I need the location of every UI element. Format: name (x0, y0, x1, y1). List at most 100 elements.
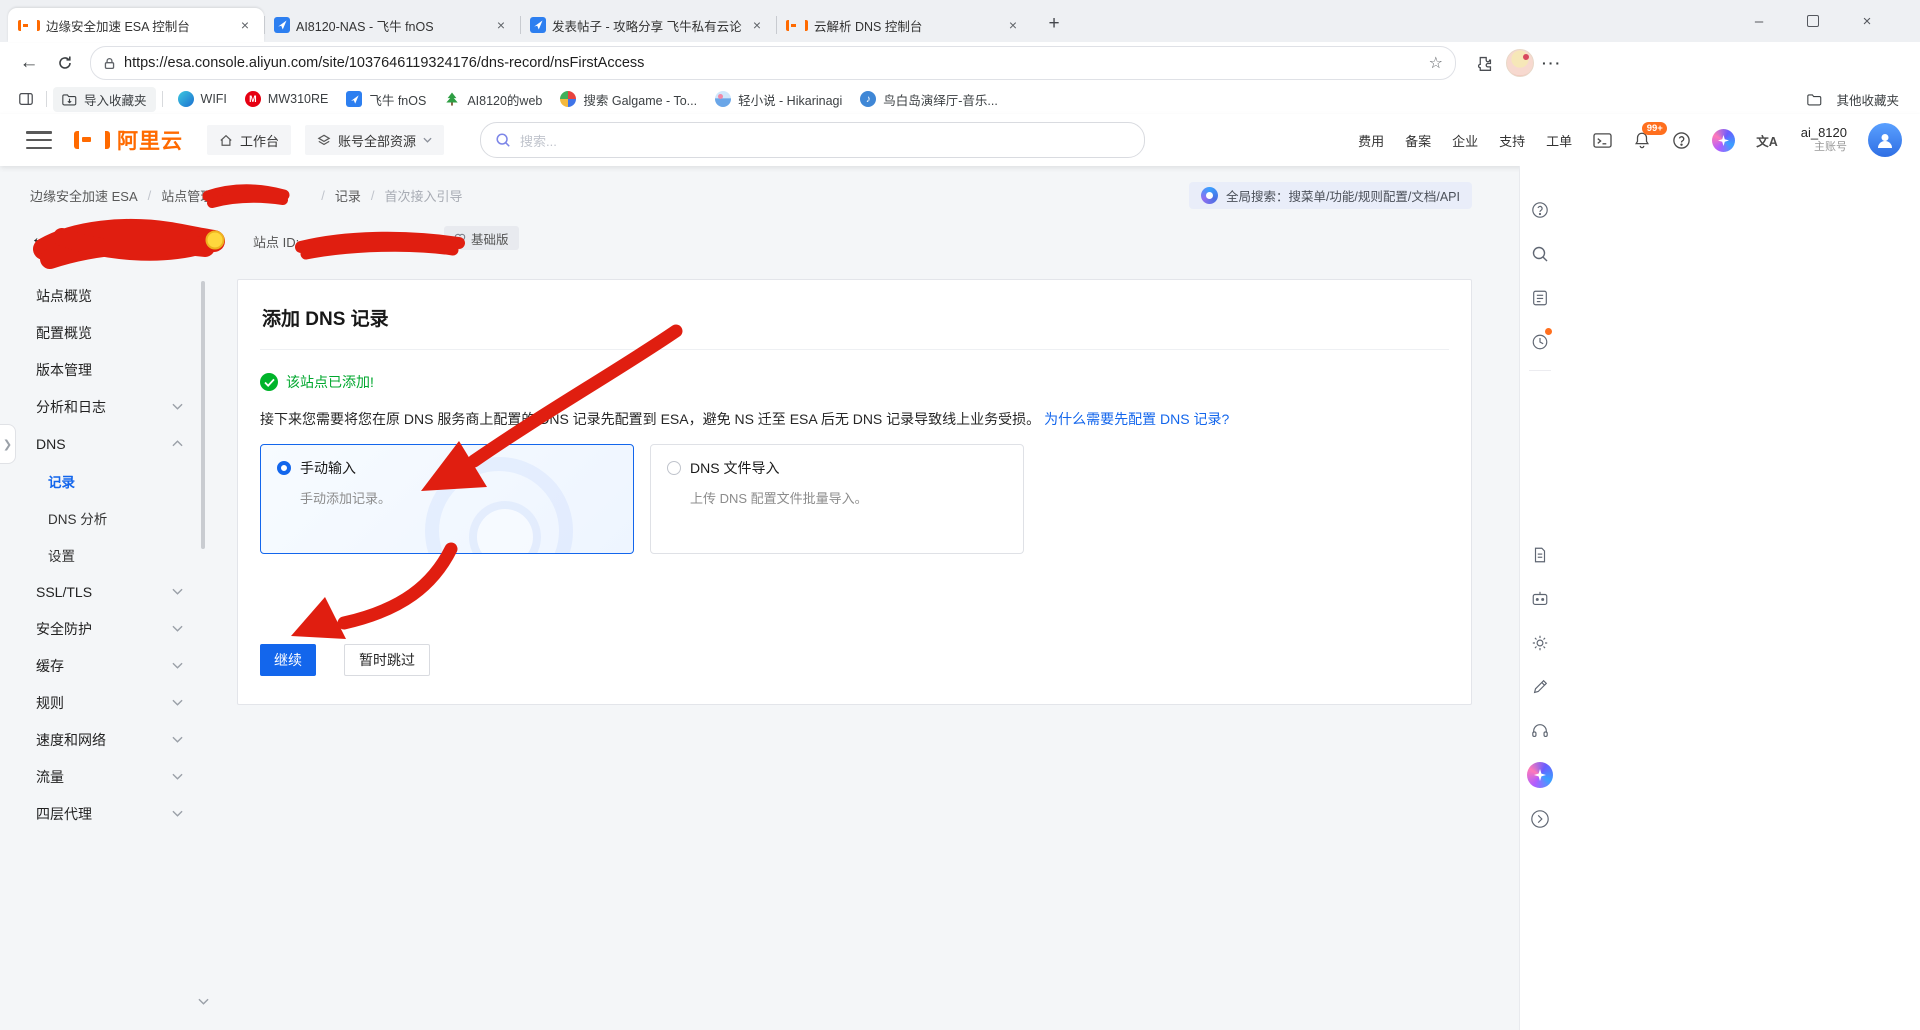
url-field[interactable]: https://esa.console.aliyun.com/site/1037… (90, 46, 1456, 80)
radio-unselected-icon[interactable] (667, 461, 681, 475)
breadcrumb-esa[interactable]: 边缘安全加速 ESA (30, 186, 138, 205)
extensions-icon[interactable] (1470, 49, 1498, 77)
rail-help-icon[interactable] (1520, 188, 1560, 232)
nav-support[interactable]: 支持 (1499, 131, 1525, 150)
console-menu-icon[interactable] (26, 131, 52, 149)
bookmark-label: MW310RE (267, 92, 329, 106)
account-name: ai_8120 (1800, 125, 1847, 140)
bookmark-import-folder[interactable]: 导入收藏夹 (53, 86, 156, 112)
rail-docs-icon[interactable] (1520, 533, 1560, 577)
rail-support-headset-icon[interactable] (1520, 709, 1560, 753)
bookmark-galgame-search[interactable]: 搜索 Galgame - To... (551, 87, 706, 112)
sidebar-expander-handle[interactable]: ❯ (0, 424, 16, 464)
tab-dns-console[interactable]: 云解析 DNS 控制台 × (776, 8, 1032, 42)
aliyun-favicon (786, 19, 808, 31)
workbench-button[interactable]: 工作台 (207, 125, 292, 155)
option-manual-input[interactable]: 手动输入 手动添加记录。 (260, 444, 634, 554)
user-avatar[interactable] (1868, 123, 1902, 157)
bookmark-bird-island-music[interactable]: ♪ 鸟白岛演绎厅-音乐... (851, 87, 1007, 112)
breadcrumb-row: 边缘安全加速 ESA / 站点管理 / 记录 / 首次接入引导 全局搜索：搜菜单… (0, 166, 1520, 209)
rail-collapse-chevron-icon[interactable] (1520, 797, 1560, 841)
scroll-down-icon[interactable] (198, 998, 209, 1005)
nav-tickets[interactable]: 工单 (1546, 131, 1572, 150)
sidebar-item-layer4-proxy[interactable]: 四层代理 (0, 795, 237, 832)
account-resources-selector[interactable]: 账号全部资源 (305, 125, 445, 155)
tab-esa-console[interactable]: 边缘安全加速 ESA 控制台 × (8, 8, 264, 42)
radio-selected-icon[interactable] (277, 461, 291, 475)
sidebar-toggle-icon[interactable] (12, 85, 40, 113)
continue-button[interactable]: 继续 (260, 644, 316, 676)
rail-settings-gear-icon[interactable] (1520, 621, 1560, 665)
new-tab-button[interactable]: + (1040, 10, 1068, 38)
window-close-button[interactable]: × (1852, 6, 1882, 36)
tab-close-icon[interactable]: × (492, 16, 510, 34)
bookmark-fnos[interactable]: 飞牛 fnOS (337, 87, 435, 112)
site-bar: ← 站点 ID: 基础版 (0, 223, 1520, 263)
resources-label: 账号全部资源 (338, 133, 417, 149)
why-configure-dns-link[interactable]: 为什么需要先配置 DNS 记录? (1044, 411, 1229, 427)
sidebar: 站点概览 配置概览 版本管理 分析和日志 DNS 记录 DNS 分析 设置 SS… (0, 277, 237, 1011)
bookmark-label: 飞牛 fnOS (369, 93, 427, 108)
global-search-button[interactable]: 全局搜索：搜菜单/功能/规则配置/文档/API (1188, 182, 1472, 209)
rail-api-tool-icon[interactable] (1520, 577, 1560, 621)
aliyun-logo[interactable]: 阿里云 (74, 125, 183, 155)
nav-icp[interactable]: 备案 (1405, 131, 1431, 150)
sidebar-item-speed-network[interactable]: 速度和网络 (0, 721, 237, 758)
tab-forum-post[interactable]: 发表帖子 - 攻略分享 飞牛私有云论 × (520, 8, 776, 42)
bookmark-hikarinagi[interactable]: 轻小说 - Hikarinagi (706, 87, 851, 112)
notifications-bell-icon[interactable]: 99+ (1633, 122, 1668, 149)
refresh-button[interactable] (50, 48, 80, 78)
sidebar-scrollbar[interactable] (201, 281, 205, 549)
notification-badge: 99+ (1642, 122, 1668, 135)
divider (260, 349, 1449, 350)
sidebar-item-traffic[interactable]: 流量 (0, 758, 237, 795)
breadcrumb-records[interactable]: 记录 (335, 186, 361, 205)
bookmark-mw310re[interactable]: M MW310RE (236, 88, 337, 110)
favorite-star-icon[interactable]: ☆ (1429, 53, 1443, 73)
tab-close-icon[interactable]: × (236, 16, 254, 34)
sidebar-item-cache[interactable]: 缓存 (0, 647, 237, 684)
ai-assistant-icon[interactable] (1712, 128, 1736, 152)
back-arrow-icon[interactable]: ← (30, 227, 50, 250)
tab-close-icon[interactable]: × (748, 16, 766, 34)
divider (1529, 370, 1551, 371)
skip-button[interactable]: 暂时跳过 (344, 644, 430, 676)
nav-enterprise[interactable]: 企业 (1452, 131, 1478, 150)
account-info[interactable]: ai_8120 主账号 (1801, 125, 1847, 155)
rail-search-icon[interactable] (1520, 232, 1560, 276)
sidebar-item-label: SSL/TLS (36, 583, 93, 600)
sidebar-item-security[interactable]: 安全防护 (0, 610, 237, 647)
sidebar-item-label: 安全防护 (36, 620, 92, 637)
success-check-icon (260, 373, 278, 391)
bookmark-ai8120-web[interactable]: AI8120的web (435, 87, 551, 112)
help-icon[interactable] (1672, 131, 1691, 150)
chevron-up-icon (172, 440, 183, 447)
page-body: 站点概览 配置概览 版本管理 分析和日志 DNS 记录 DNS 分析 设置 SS… (0, 277, 1520, 1011)
rail-survey-icon[interactable] (1520, 276, 1560, 320)
window-minimize-button[interactable]: – (1744, 6, 1774, 36)
tab-close-icon[interactable]: × (1004, 16, 1022, 34)
other-favorites-folder[interactable]: 其他收藏夹 (1798, 87, 1908, 112)
cloudshell-icon[interactable] (1593, 132, 1612, 149)
breadcrumb-site-management[interactable]: 站点管理 (161, 186, 213, 205)
import-folder-icon (62, 93, 77, 105)
console-search-input[interactable]: 搜索... (480, 122, 1146, 158)
tab-fnos-nas[interactable]: AI8120-NAS - 飞牛 fnOS × (264, 8, 520, 42)
back-button[interactable]: ← (14, 48, 44, 78)
rail-feedback-pen-icon[interactable] (1520, 665, 1560, 709)
browser-menu-icon[interactable]: ··· (1542, 55, 1562, 71)
window-maximize-button[interactable] (1798, 6, 1828, 36)
galgame-favicon (560, 91, 577, 107)
tab-title: 边缘安全加速 ESA 控制台 (46, 19, 190, 34)
chevron-down-icon (172, 699, 183, 706)
nav-billing[interactable]: 费用 (1358, 131, 1384, 150)
sidebar-item-ssl-tls[interactable]: SSL/TLS (0, 573, 237, 610)
sidebar-item-rules[interactable]: 规则 (0, 684, 237, 721)
rail-ai-assistant-icon[interactable] (1520, 753, 1560, 797)
bookmark-label: 轻小说 - Hikarinagi (738, 93, 843, 108)
option-dns-file-import[interactable]: DNS 文件导入 上传 DNS 配置文件批量导入。 (650, 444, 1024, 554)
language-toggle[interactable]: 文A (1756, 131, 1778, 150)
browser-profile-avatar[interactable] (1506, 49, 1534, 77)
rail-history-icon[interactable] (1520, 320, 1560, 364)
bookmark-wifi[interactable]: WIFI (169, 88, 236, 110)
